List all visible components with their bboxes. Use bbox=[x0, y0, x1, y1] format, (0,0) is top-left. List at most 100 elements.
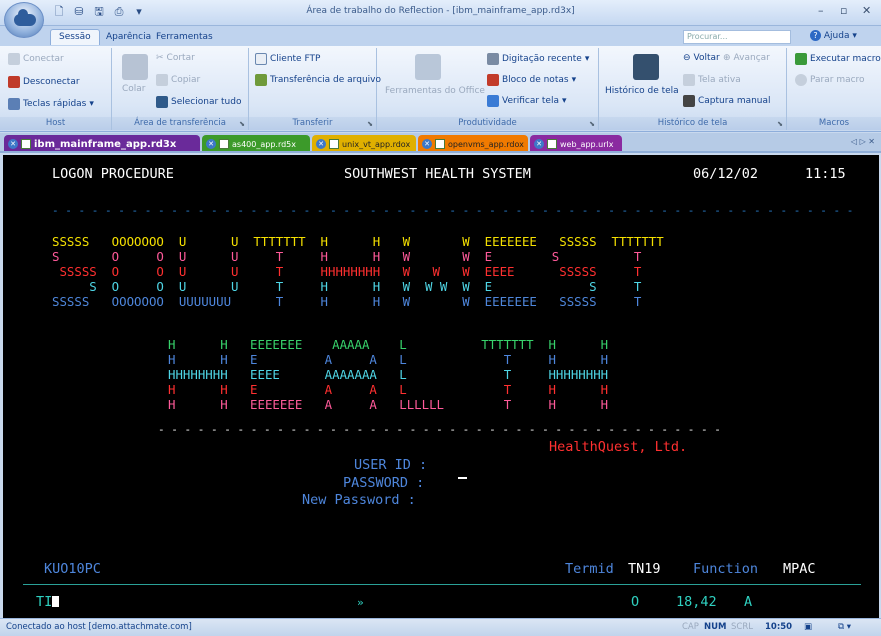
password-field[interactable] bbox=[458, 476, 618, 491]
cut-icon: ✂ bbox=[156, 53, 164, 63]
oia-mode: A bbox=[744, 594, 753, 610]
spellcheck-icon bbox=[487, 95, 499, 107]
notepad-button[interactable]: Bloco de notas ▾ bbox=[487, 74, 576, 86]
notepad-icon bbox=[487, 74, 499, 86]
file-transfer-label: Transferência de arquivo bbox=[270, 75, 381, 85]
restore-button[interactable]: ▫ bbox=[840, 4, 847, 17]
group-host: Conectar Desconectar Teclas rápidas ▾ Ho… bbox=[0, 48, 112, 130]
keyboard-map-icon[interactable]: ▣ bbox=[804, 622, 812, 632]
banner-southwest-line-1: SSSSS OOOOOOO U U TTTTTTT H H W W EEEEEE… bbox=[52, 234, 664, 249]
help-icon: ? bbox=[810, 30, 821, 41]
new-password-field[interactable] bbox=[458, 493, 618, 508]
user-id-label: USER ID : bbox=[354, 457, 428, 473]
minimize-button[interactable]: – bbox=[818, 4, 824, 17]
ribbon: Conectar Desconectar Teclas rápidas ▾ Ho… bbox=[0, 46, 881, 132]
disconnect-button[interactable]: Desconectar bbox=[8, 76, 80, 88]
back-label: Voltar bbox=[693, 53, 720, 63]
new-password-label: New Password : bbox=[302, 492, 416, 508]
divider-line-white: - - - - - - - - - - - - - - - - - - - - … bbox=[158, 423, 721, 436]
forward-label: Avançar bbox=[733, 53, 770, 63]
oia-insert: O bbox=[631, 594, 640, 610]
help-label: Ajuda bbox=[823, 31, 850, 41]
title-bar: 🗋 ⛁ 🖫 ⎙ ▾ Área de trabalho do Reflection… bbox=[0, 0, 881, 38]
select-all-label: Selecionar tudo bbox=[171, 97, 242, 107]
close-tab-icon[interactable]: ✕ bbox=[8, 139, 18, 149]
close-tab-icon[interactable]: ✕ bbox=[316, 139, 326, 149]
office-tools-button[interactable]: Ferramentas do Office bbox=[385, 86, 485, 96]
connection-status: Conectado ao host [demo.attachmate.com] bbox=[6, 622, 192, 632]
doc-tab-as400[interactable]: ✕ as400_app.rd5x bbox=[202, 135, 310, 151]
ftp-label: Cliente FTP bbox=[270, 54, 321, 64]
group-label-productivity: Produtividade bbox=[377, 117, 598, 130]
document-icon bbox=[435, 139, 445, 149]
app-menu-button[interactable] bbox=[4, 2, 44, 38]
terminal-screen[interactable]: LOGON PROCEDURE SOUTHWEST HEALTH SYSTEM … bbox=[3, 155, 879, 618]
document-tab-bar: ✕ ibm_mainframe_app.rd3x ✕ as400_app.rd5x … bbox=[0, 133, 881, 153]
active-screen-button[interactable]: Tela ativa bbox=[683, 74, 741, 86]
tab-ferramentas[interactable]: Ferramentas bbox=[148, 30, 221, 46]
connect-button[interactable]: Conectar bbox=[8, 53, 64, 65]
check-screen-button[interactable]: Verificar tela ▾ bbox=[487, 95, 567, 107]
notepad-label: Bloco de notas bbox=[502, 75, 569, 85]
forward-button[interactable]: ⊕ Avançar bbox=[723, 53, 770, 63]
productivity-launcher-icon[interactable]: ⬊ bbox=[589, 120, 595, 128]
office-tools-icon bbox=[415, 54, 441, 80]
document-icon bbox=[547, 139, 557, 149]
manual-capture-label: Captura manual bbox=[698, 96, 771, 106]
paste-button[interactable]: Colar bbox=[122, 84, 146, 94]
close-tab-icon[interactable]: ✕ bbox=[206, 139, 216, 149]
scroll-indicator: SCRL bbox=[731, 622, 753, 632]
stop-macro-button[interactable]: Parar macro bbox=[795, 74, 865, 86]
system-name: SOUTHWEST HEALTH SYSTEM bbox=[344, 166, 531, 182]
group-label-host: Host bbox=[0, 117, 111, 130]
banner-southwest-line-5: SSSSS OOOOOOO UUUUUUU T H H W W EEEEEEE … bbox=[52, 294, 664, 309]
group-productivity: Ferramentas do Office Digitação recente … bbox=[377, 48, 599, 130]
back-icon: ⊖ bbox=[683, 53, 691, 63]
doc-tab-label: unix_vt_app.rdox bbox=[342, 139, 411, 149]
help-button[interactable]: ? Ajuda ▾ bbox=[810, 30, 857, 41]
run-macro-button[interactable]: Executar macro bbox=[795, 53, 881, 65]
doc-tab-ibm[interactable]: ✕ ibm_mainframe_app.rd3x bbox=[4, 135, 200, 151]
close-button[interactable]: ✕ bbox=[862, 4, 871, 17]
file-transfer-button[interactable]: Transferência de arquivo bbox=[255, 74, 381, 86]
doc-tab-openvms[interactable]: ✕ openvms_app.rdox bbox=[418, 135, 528, 151]
back-button[interactable]: ⊖ Voltar bbox=[683, 53, 720, 63]
recent-typing-label: Digitação recente bbox=[502, 54, 582, 64]
history-launcher-icon[interactable]: ⬊ bbox=[777, 120, 783, 128]
banner-health-line-2: H H E A A L T H H bbox=[168, 352, 609, 367]
termid-label: Termid bbox=[565, 561, 614, 577]
cut-button[interactable]: ✂ Cortar bbox=[156, 53, 195, 63]
recent-typing-button[interactable]: Digitação recente ▾ bbox=[487, 53, 589, 65]
keyboard-icon bbox=[8, 98, 20, 110]
hotkeys-label: Teclas rápidas bbox=[23, 99, 87, 109]
screen-history-button[interactable]: Histórico de tela bbox=[605, 86, 679, 96]
termid-value: TN19 bbox=[628, 561, 661, 577]
banner-southwest-line-3: SSSSS O O U U T HHHHHHHH W W W EEEE SSSS… bbox=[52, 264, 664, 279]
copy-button[interactable]: Copiar bbox=[156, 74, 200, 86]
close-tab-icon[interactable]: ✕ bbox=[422, 139, 432, 149]
divider-line: - - - - - - - - - - - - - - - - - - - - … bbox=[52, 204, 860, 217]
search-input[interactable]: Procurar... bbox=[683, 30, 791, 44]
doc-tab-unix[interactable]: ✕ unix_vt_app.rdox bbox=[312, 135, 416, 151]
close-tab-icon[interactable]: ✕ bbox=[534, 139, 544, 149]
clipboard-launcher-icon[interactable]: ⬊ bbox=[239, 120, 245, 128]
banner-health-line-1: H H EEEEEEE AAAAA L TTTTTTT H H bbox=[168, 337, 609, 352]
tab-scroll-controls[interactable]: ◁ ▷ ✕ bbox=[851, 137, 875, 146]
banner-health-line-5: H H EEEEEEE A A LLLLLL T H H bbox=[168, 397, 609, 412]
transfer-launcher-icon[interactable]: ⬊ bbox=[367, 120, 373, 128]
paste-icon bbox=[122, 54, 148, 80]
hotkeys-button[interactable]: Teclas rápidas ▾ bbox=[8, 98, 94, 110]
manual-capture-button[interactable]: Captura manual bbox=[683, 95, 771, 107]
active-screen-icon bbox=[683, 74, 695, 86]
doc-tab-web[interactable]: ✕ web_app.urlx bbox=[530, 135, 622, 151]
document-icon bbox=[21, 139, 31, 149]
group-clipboard: Colar ✂ Cortar Copiar Selecionar tudo Áre… bbox=[112, 48, 249, 130]
document-icon bbox=[329, 139, 339, 149]
window-title: Área de trabalho do Reflection - [ibm_ma… bbox=[306, 6, 575, 16]
select-all-button[interactable]: Selecionar tudo bbox=[156, 96, 241, 108]
reflection-logo-icon bbox=[14, 9, 36, 26]
tab-sessao[interactable]: Sessão bbox=[50, 29, 100, 45]
view-menu-icon[interactable]: ⧉ ▾ bbox=[838, 622, 851, 632]
ftp-client-button[interactable]: Cliente FTP bbox=[255, 53, 320, 65]
stop-macro-label: Parar macro bbox=[810, 75, 865, 85]
